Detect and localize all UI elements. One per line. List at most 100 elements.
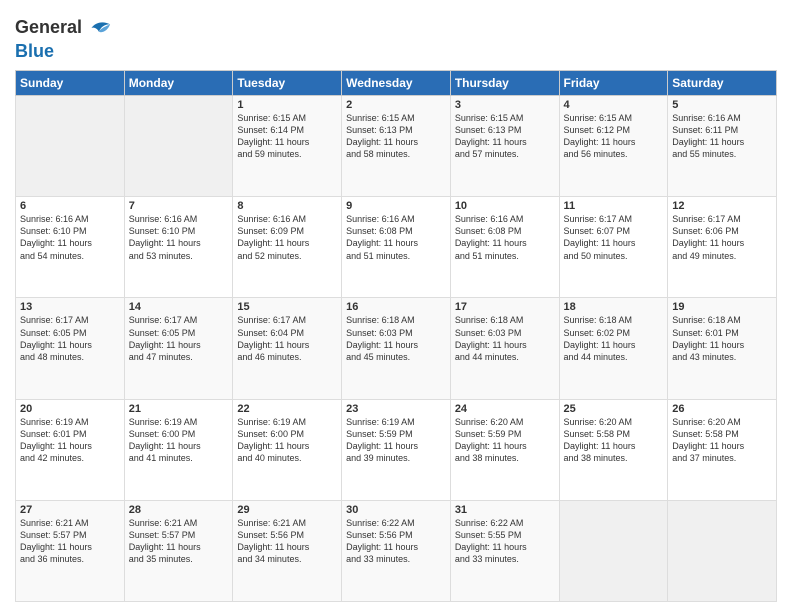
day-info: Sunrise: 6:21 AM Sunset: 5:57 PM Dayligh… (20, 517, 120, 566)
logo-bird-icon (84, 14, 112, 42)
calendar-week-row: 1Sunrise: 6:15 AM Sunset: 6:14 PM Daylig… (16, 96, 777, 197)
day-number: 19 (672, 301, 772, 313)
day-info: Sunrise: 6:15 AM Sunset: 6:12 PM Dayligh… (564, 112, 664, 161)
day-number: 14 (129, 301, 229, 313)
day-number: 26 (672, 403, 772, 415)
day-number: 25 (564, 403, 664, 415)
calendar-cell: 11Sunrise: 6:17 AM Sunset: 6:07 PM Dayli… (559, 197, 668, 298)
calendar-cell: 18Sunrise: 6:18 AM Sunset: 6:02 PM Dayli… (559, 298, 668, 399)
day-header-wednesday: Wednesday (342, 71, 451, 96)
calendar-cell: 25Sunrise: 6:20 AM Sunset: 5:58 PM Dayli… (559, 399, 668, 500)
calendar-cell: 8Sunrise: 6:16 AM Sunset: 6:09 PM Daylig… (233, 197, 342, 298)
day-info: Sunrise: 6:18 AM Sunset: 6:01 PM Dayligh… (672, 314, 772, 363)
day-number: 13 (20, 301, 120, 313)
day-info: Sunrise: 6:15 AM Sunset: 6:13 PM Dayligh… (455, 112, 555, 161)
day-number: 16 (346, 301, 446, 313)
calendar-cell: 9Sunrise: 6:16 AM Sunset: 6:08 PM Daylig… (342, 197, 451, 298)
day-info: Sunrise: 6:19 AM Sunset: 6:00 PM Dayligh… (129, 416, 229, 465)
calendar-cell: 22Sunrise: 6:19 AM Sunset: 6:00 PM Dayli… (233, 399, 342, 500)
day-info: Sunrise: 6:17 AM Sunset: 6:07 PM Dayligh… (564, 213, 664, 262)
day-info: Sunrise: 6:17 AM Sunset: 6:06 PM Dayligh… (672, 213, 772, 262)
calendar-cell: 17Sunrise: 6:18 AM Sunset: 6:03 PM Dayli… (450, 298, 559, 399)
day-info: Sunrise: 6:19 AM Sunset: 6:00 PM Dayligh… (237, 416, 337, 465)
calendar-cell: 1Sunrise: 6:15 AM Sunset: 6:14 PM Daylig… (233, 96, 342, 197)
day-number: 30 (346, 504, 446, 516)
day-info: Sunrise: 6:16 AM Sunset: 6:11 PM Dayligh… (672, 112, 772, 161)
day-info: Sunrise: 6:15 AM Sunset: 6:14 PM Dayligh… (237, 112, 337, 161)
day-info: Sunrise: 6:16 AM Sunset: 6:10 PM Dayligh… (129, 213, 229, 262)
day-number: 5 (672, 99, 772, 111)
day-header-tuesday: Tuesday (233, 71, 342, 96)
calendar-cell (559, 500, 668, 601)
day-number: 21 (129, 403, 229, 415)
calendar-cell: 10Sunrise: 6:16 AM Sunset: 6:08 PM Dayli… (450, 197, 559, 298)
calendar-cell: 7Sunrise: 6:16 AM Sunset: 6:10 PM Daylig… (124, 197, 233, 298)
day-info: Sunrise: 6:20 AM Sunset: 5:59 PM Dayligh… (455, 416, 555, 465)
calendar-cell: 24Sunrise: 6:20 AM Sunset: 5:59 PM Dayli… (450, 399, 559, 500)
day-number: 17 (455, 301, 555, 313)
calendar-cell: 16Sunrise: 6:18 AM Sunset: 6:03 PM Dayli… (342, 298, 451, 399)
calendar-cell: 30Sunrise: 6:22 AM Sunset: 5:56 PM Dayli… (342, 500, 451, 601)
calendar-cell (124, 96, 233, 197)
calendar-cell: 21Sunrise: 6:19 AM Sunset: 6:00 PM Dayli… (124, 399, 233, 500)
calendar-cell: 31Sunrise: 6:22 AM Sunset: 5:55 PM Dayli… (450, 500, 559, 601)
calendar-cell: 12Sunrise: 6:17 AM Sunset: 6:06 PM Dayli… (668, 197, 777, 298)
day-number: 8 (237, 200, 337, 212)
calendar-table: SundayMondayTuesdayWednesdayThursdayFrid… (15, 70, 777, 602)
day-number: 31 (455, 504, 555, 516)
day-info: Sunrise: 6:17 AM Sunset: 6:05 PM Dayligh… (129, 314, 229, 363)
day-number: 11 (564, 200, 664, 212)
day-info: Sunrise: 6:17 AM Sunset: 6:05 PM Dayligh… (20, 314, 120, 363)
calendar-cell: 4Sunrise: 6:15 AM Sunset: 6:12 PM Daylig… (559, 96, 668, 197)
day-number: 24 (455, 403, 555, 415)
page: General Blue SundayMondayTuesdayWednesda… (0, 0, 792, 612)
calendar-cell: 13Sunrise: 6:17 AM Sunset: 6:05 PM Dayli… (16, 298, 125, 399)
day-number: 20 (20, 403, 120, 415)
day-header-sunday: Sunday (16, 71, 125, 96)
calendar-cell: 26Sunrise: 6:20 AM Sunset: 5:58 PM Dayli… (668, 399, 777, 500)
day-info: Sunrise: 6:16 AM Sunset: 6:10 PM Dayligh… (20, 213, 120, 262)
day-number: 23 (346, 403, 446, 415)
calendar-cell: 14Sunrise: 6:17 AM Sunset: 6:05 PM Dayli… (124, 298, 233, 399)
day-number: 18 (564, 301, 664, 313)
day-info: Sunrise: 6:18 AM Sunset: 6:03 PM Dayligh… (455, 314, 555, 363)
calendar-week-row: 6Sunrise: 6:16 AM Sunset: 6:10 PM Daylig… (16, 197, 777, 298)
day-info: Sunrise: 6:20 AM Sunset: 5:58 PM Dayligh… (672, 416, 772, 465)
day-info: Sunrise: 6:21 AM Sunset: 5:57 PM Dayligh… (129, 517, 229, 566)
day-header-monday: Monday (124, 71, 233, 96)
calendar-header-row: SundayMondayTuesdayWednesdayThursdayFrid… (16, 71, 777, 96)
calendar-cell: 3Sunrise: 6:15 AM Sunset: 6:13 PM Daylig… (450, 96, 559, 197)
day-number: 27 (20, 504, 120, 516)
day-number: 9 (346, 200, 446, 212)
calendar-cell: 23Sunrise: 6:19 AM Sunset: 5:59 PM Dayli… (342, 399, 451, 500)
calendar-week-row: 27Sunrise: 6:21 AM Sunset: 5:57 PM Dayli… (16, 500, 777, 601)
day-info: Sunrise: 6:17 AM Sunset: 6:04 PM Dayligh… (237, 314, 337, 363)
logo: General Blue (15, 14, 112, 62)
calendar-cell: 28Sunrise: 6:21 AM Sunset: 5:57 PM Dayli… (124, 500, 233, 601)
calendar-cell: 20Sunrise: 6:19 AM Sunset: 6:01 PM Dayli… (16, 399, 125, 500)
calendar-cell: 5Sunrise: 6:16 AM Sunset: 6:11 PM Daylig… (668, 96, 777, 197)
calendar-cell: 2Sunrise: 6:15 AM Sunset: 6:13 PM Daylig… (342, 96, 451, 197)
logo-text-general: General (15, 18, 82, 38)
day-info: Sunrise: 6:18 AM Sunset: 6:03 PM Dayligh… (346, 314, 446, 363)
day-info: Sunrise: 6:18 AM Sunset: 6:02 PM Dayligh… (564, 314, 664, 363)
calendar-cell: 15Sunrise: 6:17 AM Sunset: 6:04 PM Dayli… (233, 298, 342, 399)
day-number: 22 (237, 403, 337, 415)
day-header-saturday: Saturday (668, 71, 777, 96)
day-number: 4 (564, 99, 664, 111)
calendar-cell: 6Sunrise: 6:16 AM Sunset: 6:10 PM Daylig… (16, 197, 125, 298)
day-info: Sunrise: 6:22 AM Sunset: 5:56 PM Dayligh… (346, 517, 446, 566)
calendar-cell (668, 500, 777, 601)
day-number: 12 (672, 200, 772, 212)
calendar-cell: 27Sunrise: 6:21 AM Sunset: 5:57 PM Dayli… (16, 500, 125, 601)
day-info: Sunrise: 6:19 AM Sunset: 6:01 PM Dayligh… (20, 416, 120, 465)
day-header-thursday: Thursday (450, 71, 559, 96)
day-info: Sunrise: 6:16 AM Sunset: 6:09 PM Dayligh… (237, 213, 337, 262)
day-info: Sunrise: 6:21 AM Sunset: 5:56 PM Dayligh… (237, 517, 337, 566)
day-number: 10 (455, 200, 555, 212)
day-number: 7 (129, 200, 229, 212)
day-info: Sunrise: 6:20 AM Sunset: 5:58 PM Dayligh… (564, 416, 664, 465)
day-number: 3 (455, 99, 555, 111)
day-header-friday: Friday (559, 71, 668, 96)
day-info: Sunrise: 6:19 AM Sunset: 5:59 PM Dayligh… (346, 416, 446, 465)
